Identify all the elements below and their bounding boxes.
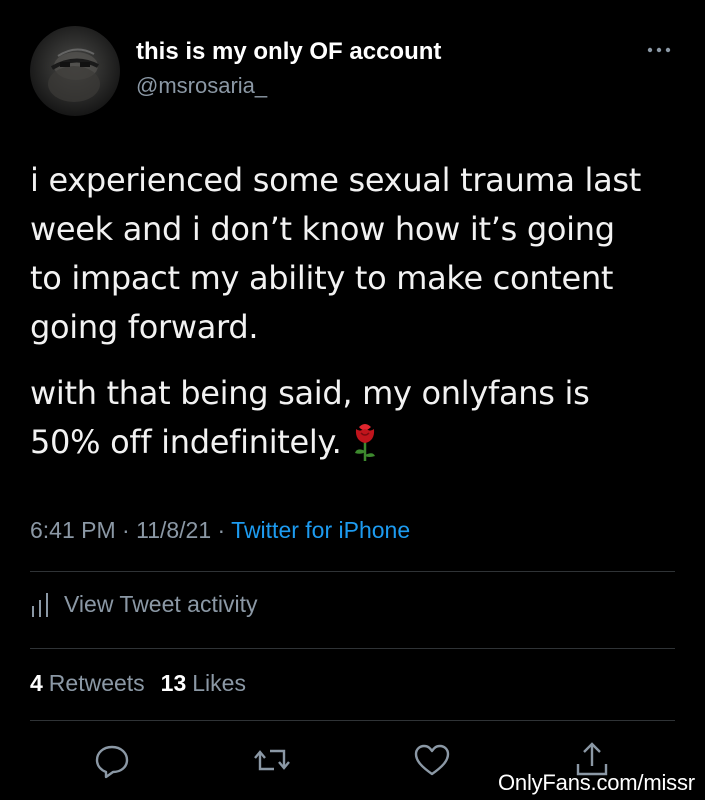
- divider: [30, 720, 675, 721]
- tweet-text: i experienced some sexual trauma last we…: [30, 156, 680, 484]
- tweet-paragraph-2-text: with that being said, my onlyfans is 50%…: [30, 374, 590, 461]
- retweet-icon[interactable]: [252, 740, 292, 780]
- avatar[interactable]: [30, 26, 120, 116]
- meta-separator: ·: [211, 517, 232, 543]
- tweet-source-link[interactable]: Twitter for iPhone: [231, 517, 410, 543]
- bar-chart-icon: [32, 592, 48, 617]
- likes-label: Likes: [192, 670, 246, 696]
- rose-icon: [355, 424, 376, 461]
- avatar-image: [48, 48, 100, 102]
- user-handle[interactable]: @msrosaria_: [136, 73, 267, 99]
- divider: [30, 648, 675, 649]
- retweets-label: Retweets: [48, 670, 145, 696]
- tweet-paragraph-1: i experienced some sexual trauma last we…: [30, 161, 642, 346]
- tweet-meta: 6:41 PM · 11/8/21 · Twitter for iPhone: [30, 517, 410, 544]
- tweet-time[interactable]: 6:41 PM: [30, 517, 116, 543]
- likes-stat[interactable]: 13 Likes: [161, 670, 246, 696]
- reply-icon[interactable]: [92, 740, 132, 780]
- tweet-paragraph-2: with that being said, my onlyfans is 50%…: [30, 369, 680, 467]
- heart-icon[interactable]: [412, 740, 452, 780]
- view-tweet-activity-label: View Tweet activity: [64, 591, 258, 617]
- divider: [30, 571, 675, 572]
- more-dots-icon[interactable]: [644, 40, 674, 60]
- meta-separator: ·: [115, 517, 137, 543]
- retweets-count: 4: [30, 670, 43, 696]
- display-name[interactable]: this is my only OF account: [136, 38, 441, 66]
- watermark: OnlyFans.com/missr: [498, 770, 695, 795]
- view-tweet-activity-button[interactable]: View Tweet activity: [30, 591, 257, 618]
- retweets-stat[interactable]: 4 Retweets: [30, 670, 145, 696]
- likes-count: 13: [160, 670, 187, 696]
- tweet-date[interactable]: 11/8/21: [136, 517, 211, 543]
- tweet-stats: 4 Retweets 13 Likes: [30, 670, 246, 697]
